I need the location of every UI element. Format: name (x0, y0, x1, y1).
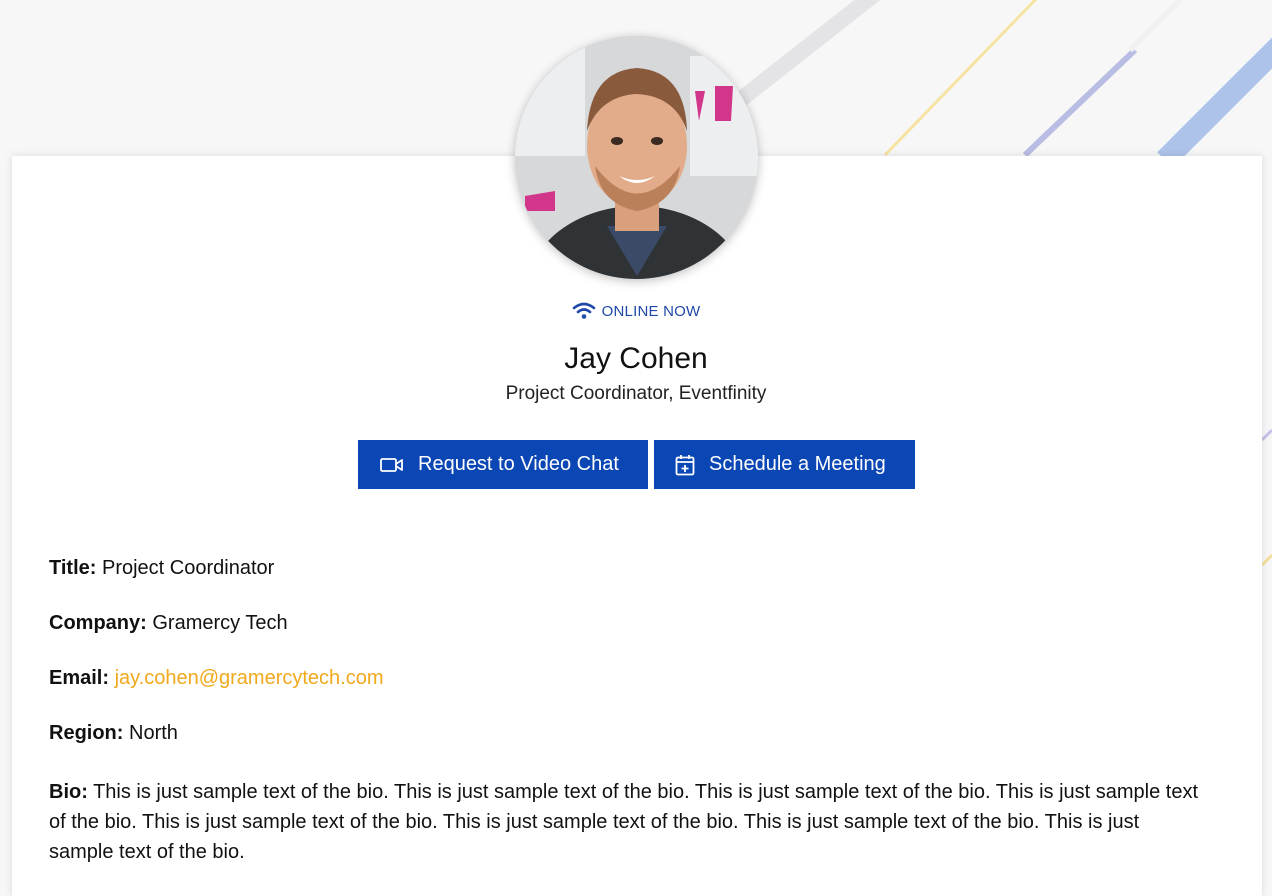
detail-company-value: Gramercy Tech (152, 612, 288, 634)
detail-email-label: Email: (49, 667, 110, 689)
detail-bio: Bio: This is just sample text of the bio… (49, 777, 1199, 867)
request-video-chat-label: Request to Video Chat (418, 453, 619, 475)
avatar-portrait-icon (515, 36, 758, 279)
profile-subtitle: Project Coordinator, Eventfinity (505, 383, 767, 404)
detail-email: Email: jay.cohen@gramercytech.com (49, 667, 384, 690)
request-video-chat-button[interactable]: Request to Video Chat (358, 440, 648, 489)
calendar-add-icon (675, 454, 695, 476)
detail-title: Title: Project Coordinator (49, 557, 274, 580)
profile-avatar (515, 36, 758, 279)
detail-title-value: Project Coordinator (101, 557, 275, 579)
detail-bio-value: This is just sample text of the bio. Thi… (49, 781, 1199, 863)
detail-company-label: Company: (49, 612, 147, 634)
profile-name: Jay Cohen (564, 342, 708, 375)
detail-region: Region: North (49, 722, 178, 745)
schedule-meeting-label: Schedule a Meeting (709, 453, 886, 475)
detail-region-value: North (129, 722, 178, 744)
online-status: ONLINE NOW (0, 302, 1272, 324)
online-status-label: ONLINE NOW (601, 303, 701, 320)
detail-title-label: Title: (49, 557, 97, 579)
wifi-icon (572, 302, 596, 324)
video-camera-icon (380, 457, 404, 473)
detail-region-label: Region: (49, 722, 124, 744)
schedule-meeting-button[interactable]: Schedule a Meeting (654, 440, 915, 489)
detail-company: Company: Gramercy Tech (49, 612, 288, 635)
detail-bio-label: Bio: (49, 781, 88, 803)
email-link[interactable]: jay.cohen@gramercytech.com (115, 667, 384, 689)
